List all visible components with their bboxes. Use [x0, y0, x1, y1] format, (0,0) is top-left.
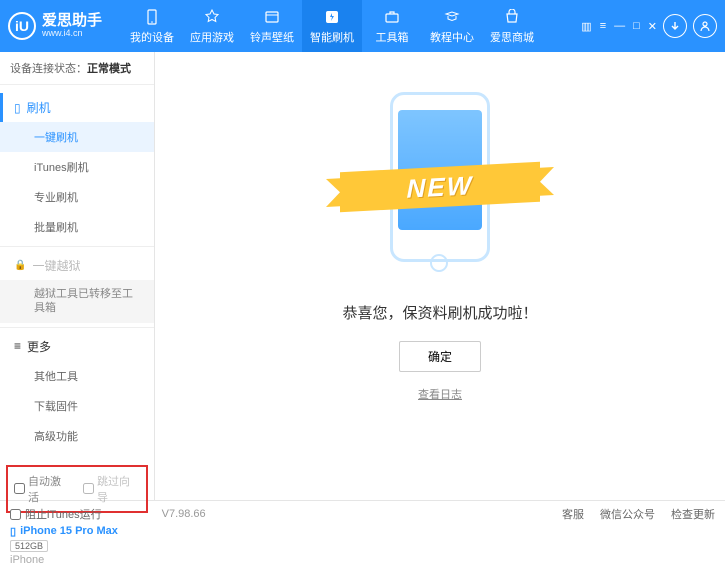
sidebar: 设备连接状态：正常模式 ▯ 刷机 一键刷机 iTunes刷机 专业刷机 批量刷机… [0, 52, 155, 500]
nav-apps-games[interactable]: 应用游戏 [182, 0, 242, 52]
sidebar-other-tools[interactable]: 其他工具 [0, 361, 154, 391]
menu-icon[interactable]: ≡ [600, 20, 606, 33]
toolbox-icon [383, 8, 401, 26]
auto-activate-checkbox[interactable]: 自动激活 [14, 473, 71, 505]
sidebar-pro-flash[interactable]: 专业刷机 [0, 182, 154, 212]
nav-tutorials[interactable]: 教程中心 [422, 0, 482, 52]
flash-icon [323, 8, 341, 26]
footer-check-update[interactable]: 检查更新 [671, 506, 715, 522]
footer-support[interactable]: 客服 [562, 506, 584, 522]
version-label: V7.98.66 [162, 508, 206, 520]
device-type: iPhone [10, 554, 144, 566]
ringtone-icon [263, 8, 281, 26]
top-nav: 我的设备 应用游戏 铃声壁纸 智能刷机 工具箱 教程中心 爱思商城 [122, 0, 571, 52]
tutorial-icon [443, 8, 461, 26]
sidebar-itunes-flash[interactable]: iTunes刷机 [0, 152, 154, 182]
download-button[interactable] [663, 14, 687, 38]
sidebar-download-firmware[interactable]: 下载固件 [0, 391, 154, 421]
lock-icon: 🔒 [14, 260, 26, 271]
footer-wechat[interactable]: 微信公众号 [600, 506, 655, 522]
minimize-icon[interactable]: — [614, 20, 625, 33]
phone-icon: ▯ [14, 101, 21, 115]
nav-my-device[interactable]: 我的设备 [122, 0, 182, 52]
skin-icon[interactable]: ▥ [581, 20, 591, 33]
maximize-icon[interactable]: □ [633, 20, 640, 33]
nav-toolbox[interactable]: 工具箱 [362, 0, 422, 52]
storage-badge: 512GB [10, 540, 48, 552]
success-message: 恭喜您，保资料刷机成功啦！ [342, 302, 537, 323]
logo-url: www.i4.cn [42, 29, 102, 39]
sidebar-jailbreak-note: 越狱工具已转移至工具箱 [0, 280, 154, 323]
logo: iU 爱思助手 www.i4.cn [8, 12, 102, 40]
nav-smart-flash[interactable]: 智能刷机 [302, 0, 362, 52]
confirm-button[interactable]: 确定 [399, 341, 481, 372]
sidebar-jailbreak-header: 🔒 一键越狱 [0, 251, 154, 280]
view-log-link[interactable]: 查看日志 [418, 386, 462, 402]
hamburger-icon: ≡ [14, 339, 21, 353]
sidebar-batch-flash[interactable]: 批量刷机 [0, 212, 154, 242]
sidebar-advanced[interactable]: 高级功能 [0, 421, 154, 451]
logo-icon: iU [8, 12, 36, 40]
block-itunes-checkbox[interactable]: 阻止iTunes运行 [10, 506, 102, 522]
nav-store[interactable]: 爱思商城 [482, 0, 542, 52]
apps-icon [203, 8, 221, 26]
app-header: iU 爱思助手 www.i4.cn 我的设备 应用游戏 铃声壁纸 智能刷机 工具… [0, 0, 725, 52]
device-icon [143, 8, 161, 26]
connection-status: 设备连接状态：正常模式 [0, 52, 154, 85]
sidebar-more-header[interactable]: ≡ 更多 [0, 332, 154, 361]
new-ribbon: NEW [340, 162, 540, 212]
header-controls: ▥ ≡ — □ ✕ [571, 14, 717, 38]
skip-guide-checkbox[interactable]: 跳过向导 [83, 473, 140, 505]
sidebar-flash-header[interactable]: ▯ 刷机 [0, 93, 154, 122]
success-illustration: NEW [370, 92, 510, 282]
user-button[interactable] [693, 14, 717, 38]
sidebar-one-click-flash[interactable]: 一键刷机 [0, 122, 154, 152]
close-icon[interactable]: ✕ [648, 20, 657, 33]
logo-title: 爱思助手 [42, 13, 102, 30]
store-icon [503, 8, 521, 26]
main-content: NEW 恭喜您，保资料刷机成功啦！ 确定 查看日志 [155, 52, 725, 500]
nav-ringtones[interactable]: 铃声壁纸 [242, 0, 302, 52]
